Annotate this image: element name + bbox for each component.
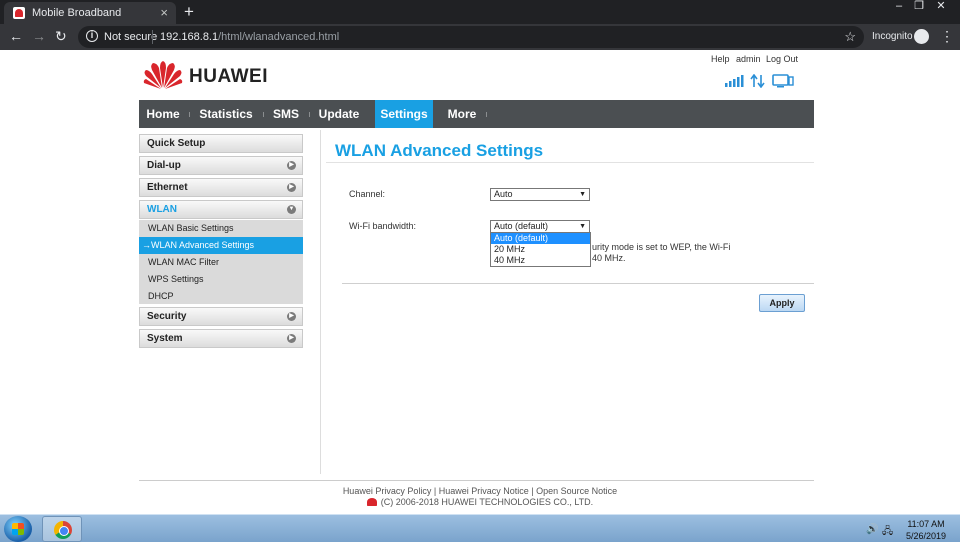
url-text: 192.168.8.1/html/wlanadvanced.html — [160, 31, 340, 43]
back-arrow-icon[interactable]: ← — [9, 28, 23, 44]
nav-update[interactable]: Update — [313, 100, 365, 128]
open-source-link[interactable]: Open Source Notice — [536, 486, 617, 496]
nav-more[interactable]: More — [441, 100, 483, 128]
footer-separator: | — [433, 486, 437, 496]
signal-strength-icon — [725, 75, 744, 87]
browser-tab[interactable]: Mobile Broadband × — [4, 2, 176, 24]
chrome-icon — [54, 521, 72, 539]
window-restore-button[interactable]: ❐ — [908, 0, 930, 16]
bandwidth-option-auto[interactable]: Auto (default) — [491, 233, 590, 244]
incognito-label: Incognito — [872, 31, 913, 42]
sidebar-item-security[interactable]: Security ▶ — [139, 307, 303, 326]
new-tab-button[interactable]: + — [184, 2, 194, 22]
footer-separator: | — [531, 486, 534, 496]
sidebar-item-system[interactable]: System ▶ — [139, 329, 303, 348]
title-underline — [326, 162, 814, 163]
channel-label: Channel: — [349, 189, 386, 199]
browser-menu-icon[interactable]: ⋮ — [940, 28, 954, 45]
admin-link[interactable]: admin — [736, 54, 761, 64]
dropdown-caret-icon: ▼ — [579, 191, 586, 198]
main-navigation: Home Statistics SMS Update Settings More — [139, 100, 814, 128]
speaker-icon[interactable]: 🔊 — [866, 524, 878, 535]
help-link[interactable]: Help — [711, 54, 730, 64]
bandwidth-options-list: Auto (default) 20 MHz 40 MHz — [490, 232, 591, 267]
expand-arrow-icon: ▶ — [287, 334, 296, 343]
forward-arrow-icon[interactable]: → — [32, 28, 46, 44]
nav-separator — [309, 112, 310, 117]
nav-settings[interactable]: Settings — [375, 100, 433, 128]
sidebar-item-quick-setup[interactable]: Quick Setup — [139, 134, 303, 153]
nav-sms[interactable]: SMS — [267, 100, 305, 128]
collapse-arrow-icon: ▼ — [287, 205, 296, 214]
bookmark-star-icon[interactable]: ☆ — [844, 29, 856, 45]
tab-title: Mobile Broadband — [32, 7, 122, 19]
not-secure-label: Not secure — [104, 31, 158, 43]
sidebar-item-ethernet[interactable]: Ethernet ▶ — [139, 178, 303, 197]
data-transfer-icon — [750, 74, 765, 88]
footer-divider — [139, 480, 814, 481]
privacy-notice-link[interactable]: Huawei Privacy Notice — [439, 486, 529, 496]
window-minimize-button[interactable]: ‒ — [888, 0, 910, 16]
expand-arrow-icon: ▶ — [287, 183, 296, 192]
info-icon[interactable]: i — [86, 30, 98, 42]
reload-icon[interactable]: ↻ — [55, 28, 67, 45]
browser-tab-bar: Mobile Broadband × + ‒ ❐ ✕ — [0, 0, 960, 24]
apply-button[interactable]: Apply — [759, 294, 805, 312]
privacy-policy-link[interactable]: Huawei Privacy Policy — [343, 486, 432, 496]
nav-statistics[interactable]: Statistics — [193, 100, 259, 128]
network-icon[interactable]: 🖧 — [882, 524, 893, 541]
nav-separator — [189, 112, 190, 117]
footer-links: Huawei Privacy Policy | Huawei Privacy N… — [0, 486, 960, 496]
browser-toolbar: ← → ↻ i Not secure 192.168.8.1/html/wlan… — [0, 24, 960, 50]
window-close-button[interactable]: ✕ — [930, 0, 952, 16]
start-button[interactable] — [4, 516, 32, 542]
current-arrow-icon: → — [142, 240, 151, 250]
logout-link[interactable]: Log Out — [766, 54, 798, 64]
nav-separator — [263, 112, 264, 117]
sidebar-item-dialup[interactable]: Dial-up ▶ — [139, 156, 303, 175]
windows-logo-icon — [12, 523, 24, 535]
bandwidth-note-line2: 40 MHz. — [592, 253, 626, 263]
content-divider — [320, 130, 321, 474]
huawei-small-logo-icon — [366, 498, 377, 506]
expand-arrow-icon: ▶ — [287, 312, 296, 321]
address-bar[interactable]: i Not secure 192.168.8.1/html/wlanadvanc… — [78, 26, 864, 48]
huawei-favicon-icon — [13, 7, 25, 19]
huawei-logo-icon — [143, 61, 183, 89]
form-divider — [342, 283, 814, 284]
sidebar-sub-wlan-mac-filter[interactable]: WLAN MAC Filter — [139, 254, 303, 271]
tab-close-icon[interactable]: × — [160, 5, 168, 20]
dropdown-caret-icon: ▼ — [579, 223, 586, 230]
taskbar-date[interactable]: 5/26/2019 — [898, 531, 954, 541]
sidebar-sub-wlan-basic[interactable]: WLAN Basic Settings — [139, 220, 303, 237]
nav-separator — [486, 112, 487, 117]
os-taskbar: 🔊 🖧 11:07 AM 5/26/2019 — [0, 514, 960, 542]
taskbar-chrome-button[interactable] — [42, 516, 82, 542]
bandwidth-label: Wi-Fi bandwidth: — [349, 221, 417, 231]
incognito-icon[interactable] — [914, 29, 929, 44]
page-title: WLAN Advanced Settings — [335, 141, 544, 160]
copyright: (C) 2006-2018 HUAWEI TECHNOLOGIES CO., L… — [0, 497, 960, 507]
expand-arrow-icon: ▶ — [287, 161, 296, 170]
sidebar-sub-dhcp[interactable]: DHCP — [139, 288, 303, 304]
bandwidth-option-40mhz[interactable]: 40 MHz — [491, 255, 590, 266]
channel-select[interactable]: Auto ▼ — [490, 188, 590, 201]
sidebar-sub-wlan-advanced[interactable]: →WLAN Advanced Settings — [139, 237, 303, 254]
taskbar-time[interactable]: 11:07 AM — [898, 519, 954, 529]
sidebar-item-wlan[interactable]: WLAN ▼ — [139, 200, 303, 219]
bandwidth-note-line1: urity mode is set to WEP, the Wi-Fi — [592, 242, 731, 252]
bandwidth-option-20mhz[interactable]: 20 MHz — [491, 244, 590, 255]
address-divider — [152, 30, 153, 44]
nav-home[interactable]: Home — [139, 100, 187, 128]
sidebar-sub-wps-settings[interactable]: WPS Settings — [139, 271, 303, 288]
brand-name: HUAWEI — [189, 66, 268, 87]
connected-device-icon — [772, 74, 794, 88]
